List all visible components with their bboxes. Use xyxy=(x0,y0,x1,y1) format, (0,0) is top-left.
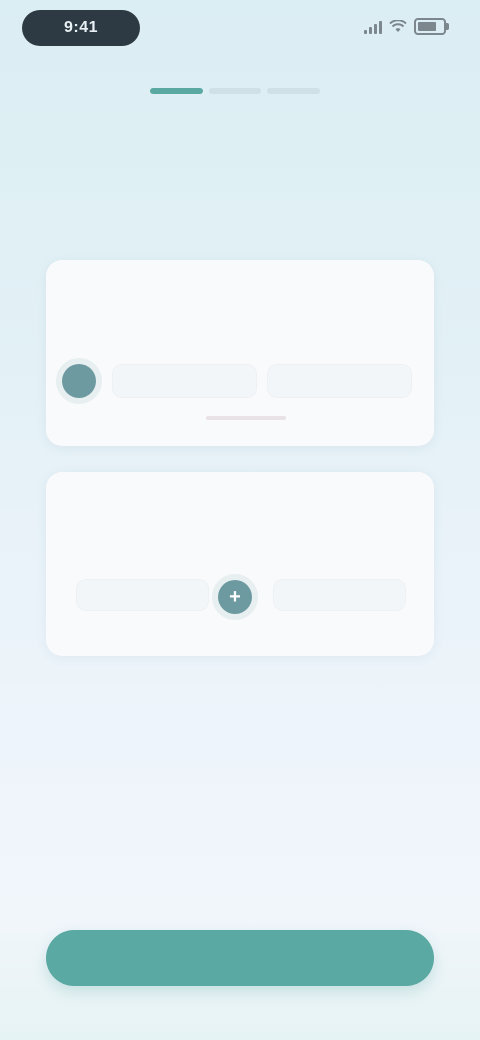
step-progress xyxy=(150,88,321,96)
avatar xyxy=(62,364,96,398)
progress-step-3 xyxy=(267,88,321,94)
slot[interactable] xyxy=(273,579,406,611)
slot[interactable] xyxy=(76,579,209,611)
continue-button[interactable] xyxy=(46,930,434,986)
slot[interactable] xyxy=(267,364,412,398)
progress-step-1 xyxy=(150,88,203,94)
option-card-1[interactable] xyxy=(46,260,434,446)
option-card-2[interactable]: + xyxy=(46,472,434,656)
option-card-1-slots xyxy=(112,364,412,398)
wifi-icon xyxy=(389,20,407,32)
status-icons xyxy=(364,18,449,35)
slot[interactable] xyxy=(112,364,257,398)
signal-bars-icon xyxy=(364,20,382,34)
progress-step-2 xyxy=(208,88,262,94)
plus-icon[interactable]: + xyxy=(218,580,252,614)
status-time: 9:41 xyxy=(22,10,140,46)
battery-icon xyxy=(414,18,449,35)
divider xyxy=(206,416,286,420)
